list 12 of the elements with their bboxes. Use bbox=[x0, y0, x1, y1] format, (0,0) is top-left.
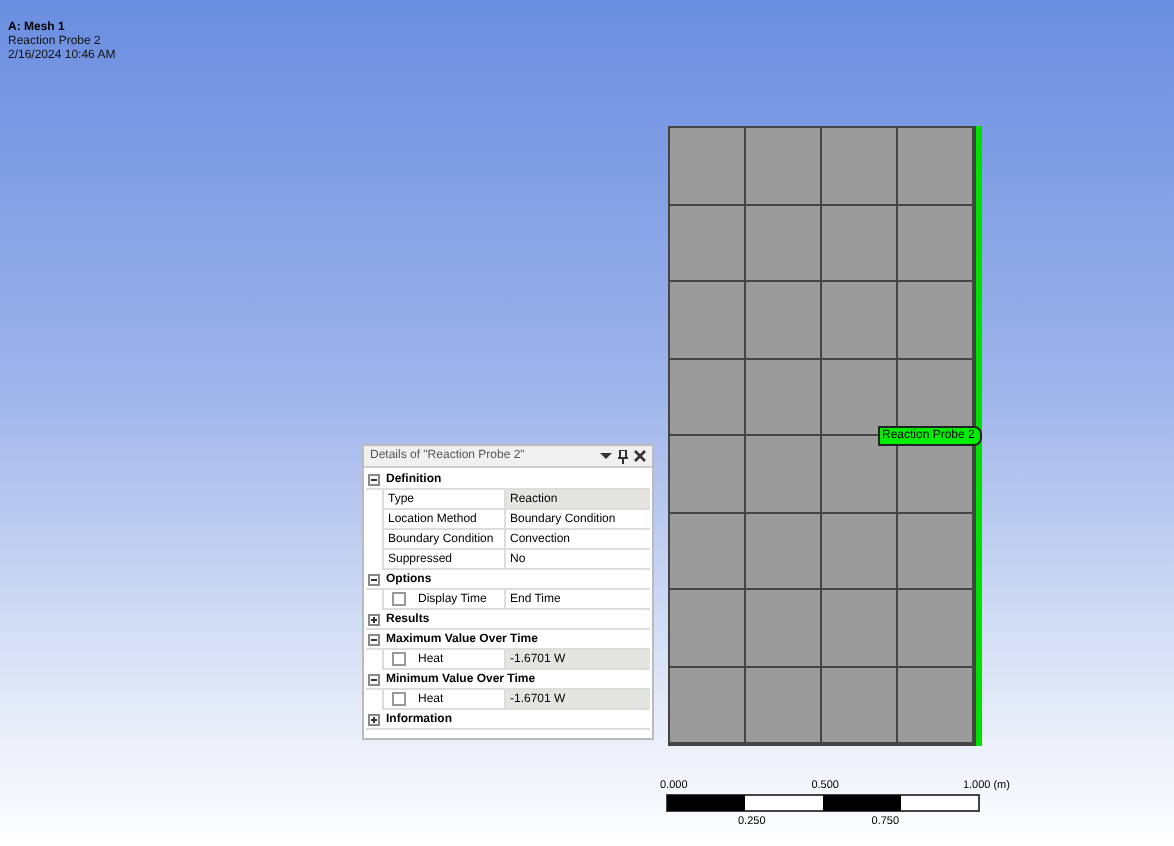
expand-icon[interactable] bbox=[368, 713, 380, 725]
expand-icon[interactable] bbox=[368, 613, 380, 625]
collapse-icon[interactable] bbox=[368, 473, 380, 485]
checkbox[interactable] bbox=[392, 652, 406, 666]
collapse-icon[interactable] bbox=[368, 633, 380, 645]
dropdown-icon[interactable] bbox=[600, 450, 612, 462]
collapse-icon[interactable] bbox=[368, 573, 380, 585]
collapse-icon[interactable] bbox=[368, 673, 380, 685]
checkbox[interactable] bbox=[392, 692, 406, 706]
pin-icon[interactable] bbox=[618, 449, 628, 463]
close-icon[interactable] bbox=[634, 450, 646, 462]
checkbox[interactable] bbox=[392, 592, 406, 606]
